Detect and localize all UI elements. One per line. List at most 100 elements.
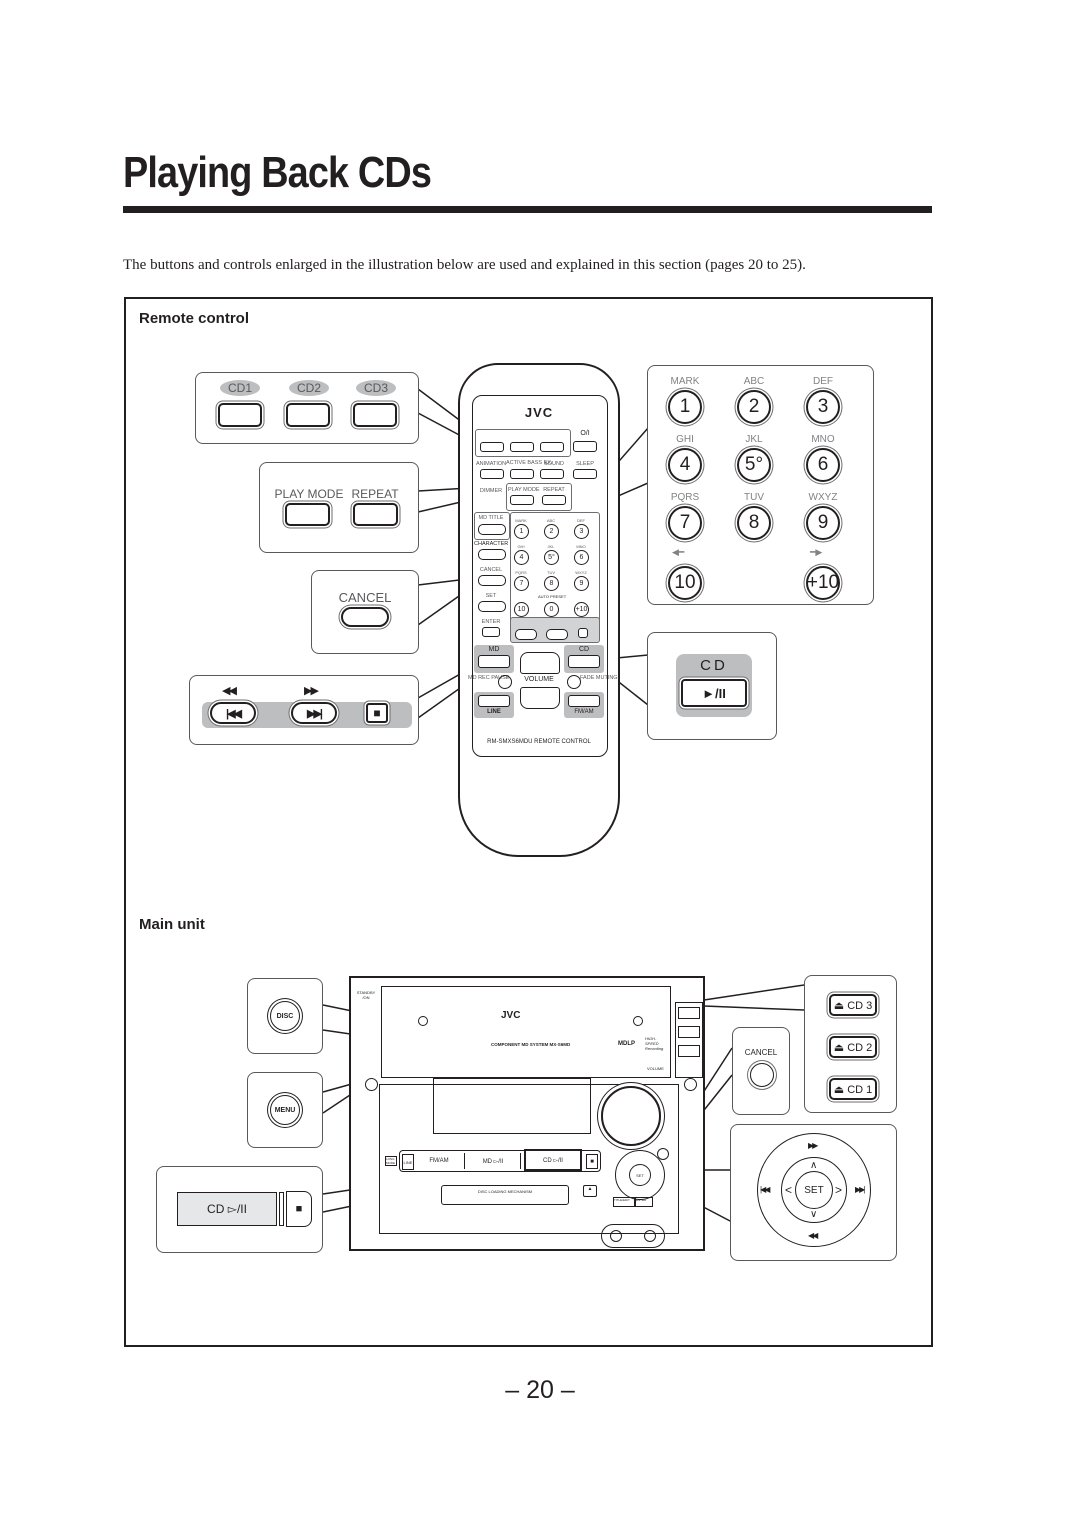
remote-volume-up-button[interactable]: [520, 652, 560, 674]
cd2-button[interactable]: [286, 403, 330, 427]
unit-eject-cd3[interactable]: [678, 1007, 700, 1019]
callout-keypad: MARK 1 ABC 2 DEF 3 GHI 4 JKL 5° MNO 6 PQRS 7 TUV 8 WXYZ 9…: [647, 365, 874, 605]
remote-animation-label: ANIMATION: [476, 461, 507, 467]
repeat-button[interactable]: [353, 503, 398, 526]
main-stop-button[interactable]: ■: [286, 1191, 312, 1227]
unit-cd-play-button[interactable]: CD ▻/II: [524, 1149, 582, 1171]
remote-sound-button[interactable]: [540, 469, 564, 479]
unit-cancel-button[interactable]: [657, 1148, 669, 1160]
keypad-button-11[interactable]: +10: [806, 566, 840, 600]
remote-md-play-button[interactable]: [478, 655, 510, 668]
remote-fade-button[interactable]: [567, 675, 581, 689]
menu-button[interactable]: MENU: [270, 1095, 300, 1125]
eject-cd3-label: ⏏ CD 3: [833, 999, 873, 1012]
long-mode-button[interactable]: LONG MODE: [385, 1156, 397, 1166]
keypad-button-10[interactable]: 10: [668, 566, 702, 600]
remote-power-button[interactable]: [573, 441, 597, 452]
remote-cd2-button[interactable]: [510, 442, 534, 452]
keypad-button-1[interactable]: 1: [668, 390, 702, 424]
keypad-button-6[interactable]: 6: [806, 448, 840, 482]
remote-md-title-button[interactable]: [478, 524, 506, 535]
screw-left: [418, 1016, 428, 1026]
eject-cd2-button[interactable]: ⏏ CD 2: [829, 1036, 877, 1058]
cd3-button[interactable]: [353, 403, 397, 427]
keypad-letters-label: JKL: [745, 434, 763, 445]
prev-button[interactable]: |◀◀: [210, 702, 256, 724]
remote-keypad-button-0[interactable]: 0: [544, 602, 559, 617]
eject-cd1-label: ⏏ CD 1: [833, 1083, 873, 1096]
set-button[interactable]: SET: [795, 1171, 833, 1209]
unit-line-button[interactable]: LINE: [402, 1154, 414, 1170]
remote-keypad-button-4[interactable]: 4: [514, 550, 529, 565]
remote-keypad-button-2[interactable]: 2: [544, 524, 559, 539]
cd1-button[interactable]: [218, 403, 262, 427]
remote-keypad-letters: JKL: [547, 544, 555, 549]
remote-keypad-letters: GHI: [517, 544, 525, 549]
stop-button[interactable]: ■: [366, 703, 388, 723]
disc-button[interactable]: DISC: [270, 1001, 300, 1031]
remote-cd1-button[interactable]: [480, 442, 504, 452]
remote-cd-play-button[interactable]: [568, 655, 600, 668]
remote-volume-down-button[interactable]: [520, 687, 560, 709]
remote-volume-label: VOLUME: [524, 676, 554, 683]
keypad-button-7[interactable]: 7: [668, 506, 702, 540]
remote-keypad-button-5[interactable]: 5°: [544, 550, 559, 565]
title-edit-button[interactable]: TITLE/EDIT: [613, 1197, 635, 1207]
remote-keypad-button-8[interactable]: 8: [544, 576, 559, 591]
remote-character-button[interactable]: [478, 549, 506, 560]
remote-keypad-letters: TUV: [547, 570, 555, 575]
remote-keypad-button-11[interactable]: +10: [574, 602, 589, 617]
standby-label: STANDBY /ON: [356, 990, 376, 1000]
remote-line-label: LINE: [487, 709, 501, 715]
remote-playmode-button[interactable]: [510, 495, 534, 505]
callout-transport: ◀◀ ▶▶ |◀◀ ▶▶| ■: [189, 675, 419, 745]
keypad-button-3[interactable]: 3: [806, 390, 840, 424]
remote-prev-button[interactable]: [515, 629, 537, 640]
keypad-button-4[interactable]: 4: [668, 448, 702, 482]
remote-fm-button[interactable]: [568, 695, 600, 707]
unit-eject-button[interactable]: ▲: [583, 1185, 597, 1197]
cancel-button[interactable]: [341, 607, 389, 627]
keypad-button-2[interactable]: 2: [737, 390, 771, 424]
remote-repeat-button[interactable]: [542, 495, 566, 505]
remote-keypad-button-3[interactable]: 3: [574, 524, 589, 539]
eject-cd3-button[interactable]: ⏏ CD 3: [829, 994, 877, 1016]
remote-bass-button[interactable]: [510, 469, 534, 479]
unit-disc-button[interactable]: [684, 1078, 697, 1091]
enter-button[interactable]: ENTER: [635, 1197, 653, 1207]
remote-md-rec-button[interactable]: [498, 675, 512, 689]
unit-stop-button[interactable]: ■: [586, 1154, 598, 1169]
cd-play-pause-button[interactable]: ►/II: [681, 679, 747, 707]
remote-enter-button[interactable]: [482, 627, 500, 637]
remote-animation-button[interactable]: [480, 469, 504, 479]
unit-menu-button[interactable]: [365, 1078, 378, 1091]
eject-cd1-button[interactable]: ⏏ CD 1: [829, 1078, 877, 1100]
main-cd-play-button[interactable]: CD ▻/II: [177, 1192, 277, 1226]
unit-fm-button[interactable]: FM/AM: [414, 1153, 465, 1169]
next-button[interactable]: ▶▶|: [291, 702, 337, 724]
remote-sleep-button[interactable]: [573, 469, 597, 479]
volume-knob[interactable]: [601, 1086, 661, 1146]
unit-md-play-button[interactable]: MD ▻/II: [466, 1153, 521, 1169]
remote-keypad-button-6[interactable]: 6: [574, 550, 589, 565]
keypad-button-8[interactable]: 8: [737, 506, 771, 540]
unit-eject-cd2[interactable]: [678, 1026, 700, 1038]
remote-next-button[interactable]: [546, 629, 568, 640]
remote-cd3-button[interactable]: [540, 442, 564, 452]
next-icon: ▶▶|: [855, 1185, 865, 1194]
keypad-button-9[interactable]: 9: [806, 506, 840, 540]
remote-keypad-button-7[interactable]: 7: [514, 576, 529, 591]
remote-cancel-label: CANCEL: [479, 567, 503, 573]
unit-eject-cd1[interactable]: [678, 1045, 700, 1057]
remote-keypad-button-9[interactable]: 9: [574, 576, 589, 591]
remote-keypad-button-10[interactable]: 10: [514, 602, 529, 617]
unit-set-button[interactable]: SET: [629, 1164, 651, 1186]
remote-set-button[interactable]: [478, 601, 506, 612]
play-mode-button[interactable]: [285, 503, 330, 526]
remote-keypad-button-1[interactable]: 1: [514, 524, 529, 539]
keypad-button-5[interactable]: 5°: [737, 448, 771, 482]
main-cancel-button[interactable]: [750, 1063, 774, 1087]
remote-stop-button[interactable]: [578, 628, 588, 638]
remote-line-button[interactable]: [478, 695, 510, 707]
remote-cancel-button[interactable]: [478, 575, 506, 586]
